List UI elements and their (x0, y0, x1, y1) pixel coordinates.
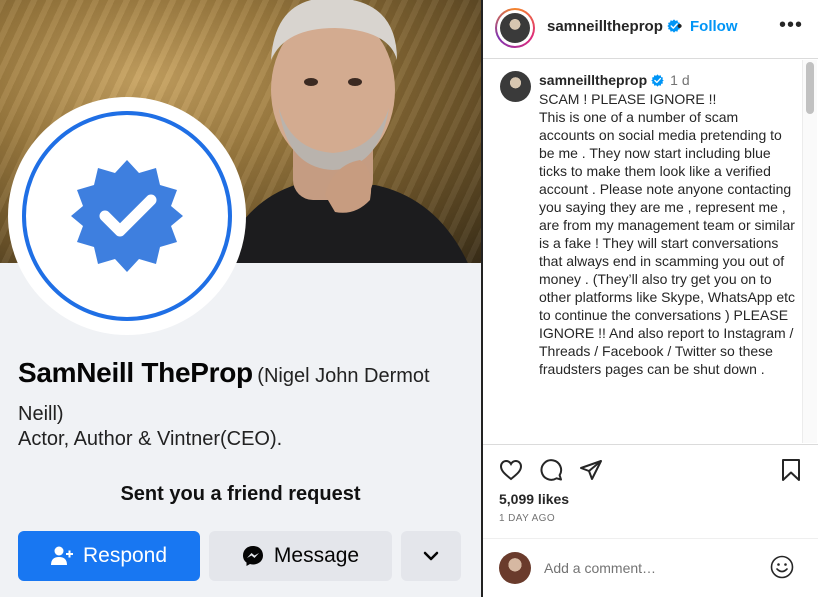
emoji-icon[interactable] (770, 555, 794, 579)
separator-dot: • (677, 18, 683, 35)
likes-count[interactable]: 5,099 likes (499, 491, 569, 507)
share-icon[interactable] (579, 458, 603, 482)
post-username[interactable]: samneilltheprop (547, 18, 681, 35)
friend-request-text: Sent you a friend request (120, 483, 361, 505)
heart-icon[interactable] (499, 458, 523, 482)
profile-avatar[interactable] (8, 97, 246, 335)
comment-icon[interactable] (539, 458, 563, 482)
caption-avatar[interactable] (500, 71, 531, 102)
chevron-down-icon (423, 551, 439, 561)
profile-tagline: Actor, Author & Vintner(CEO). (18, 428, 283, 450)
facebook-profile-card: SamNeill TheProp (Nigel John Dermot Neil… (0, 0, 481, 597)
respond-button[interactable]: Respond (18, 531, 200, 581)
add-friend-icon (50, 546, 73, 565)
scrollbar-thumb[interactable] (806, 62, 814, 114)
user-avatar[interactable] (495, 8, 535, 48)
post-time-ago[interactable]: 1 DAY AGO (499, 513, 555, 524)
verified-badge-icon (71, 160, 183, 272)
comment-input[interactable]: Add a comment… (544, 560, 656, 576)
profile-name-line: SamNeill TheProp (Nigel John Dermot Neil… (18, 355, 468, 434)
caption-time[interactable]: 1 d (670, 72, 689, 88)
caption-header: samneilltheprop 1 d (539, 72, 690, 88)
more-options-button[interactable] (401, 531, 461, 581)
profile-name: SamNeill TheProp (18, 357, 253, 388)
instagram-post-panel: samneilltheprop • Follow ••• samneillthe… (483, 0, 818, 597)
caption-scrollbar[interactable] (802, 60, 817, 443)
caption-username[interactable]: samneilltheprop (539, 72, 647, 88)
caption-text: SCAM ! PLEASE IGNORE !! This is one of a… (539, 91, 795, 377)
messenger-icon (242, 546, 263, 566)
follow-button[interactable]: Follow (690, 18, 738, 35)
verified-badge-icon (651, 74, 664, 87)
respond-label: Respond (82, 544, 168, 567)
message-button[interactable]: Message (209, 531, 392, 581)
viewer-avatar (499, 552, 531, 584)
post-header: samneilltheprop • Follow ••• (483, 0, 818, 59)
bookmark-icon[interactable] (779, 458, 803, 482)
message-label: Message (273, 544, 360, 567)
more-horizontal-icon[interactable]: ••• (779, 14, 803, 37)
